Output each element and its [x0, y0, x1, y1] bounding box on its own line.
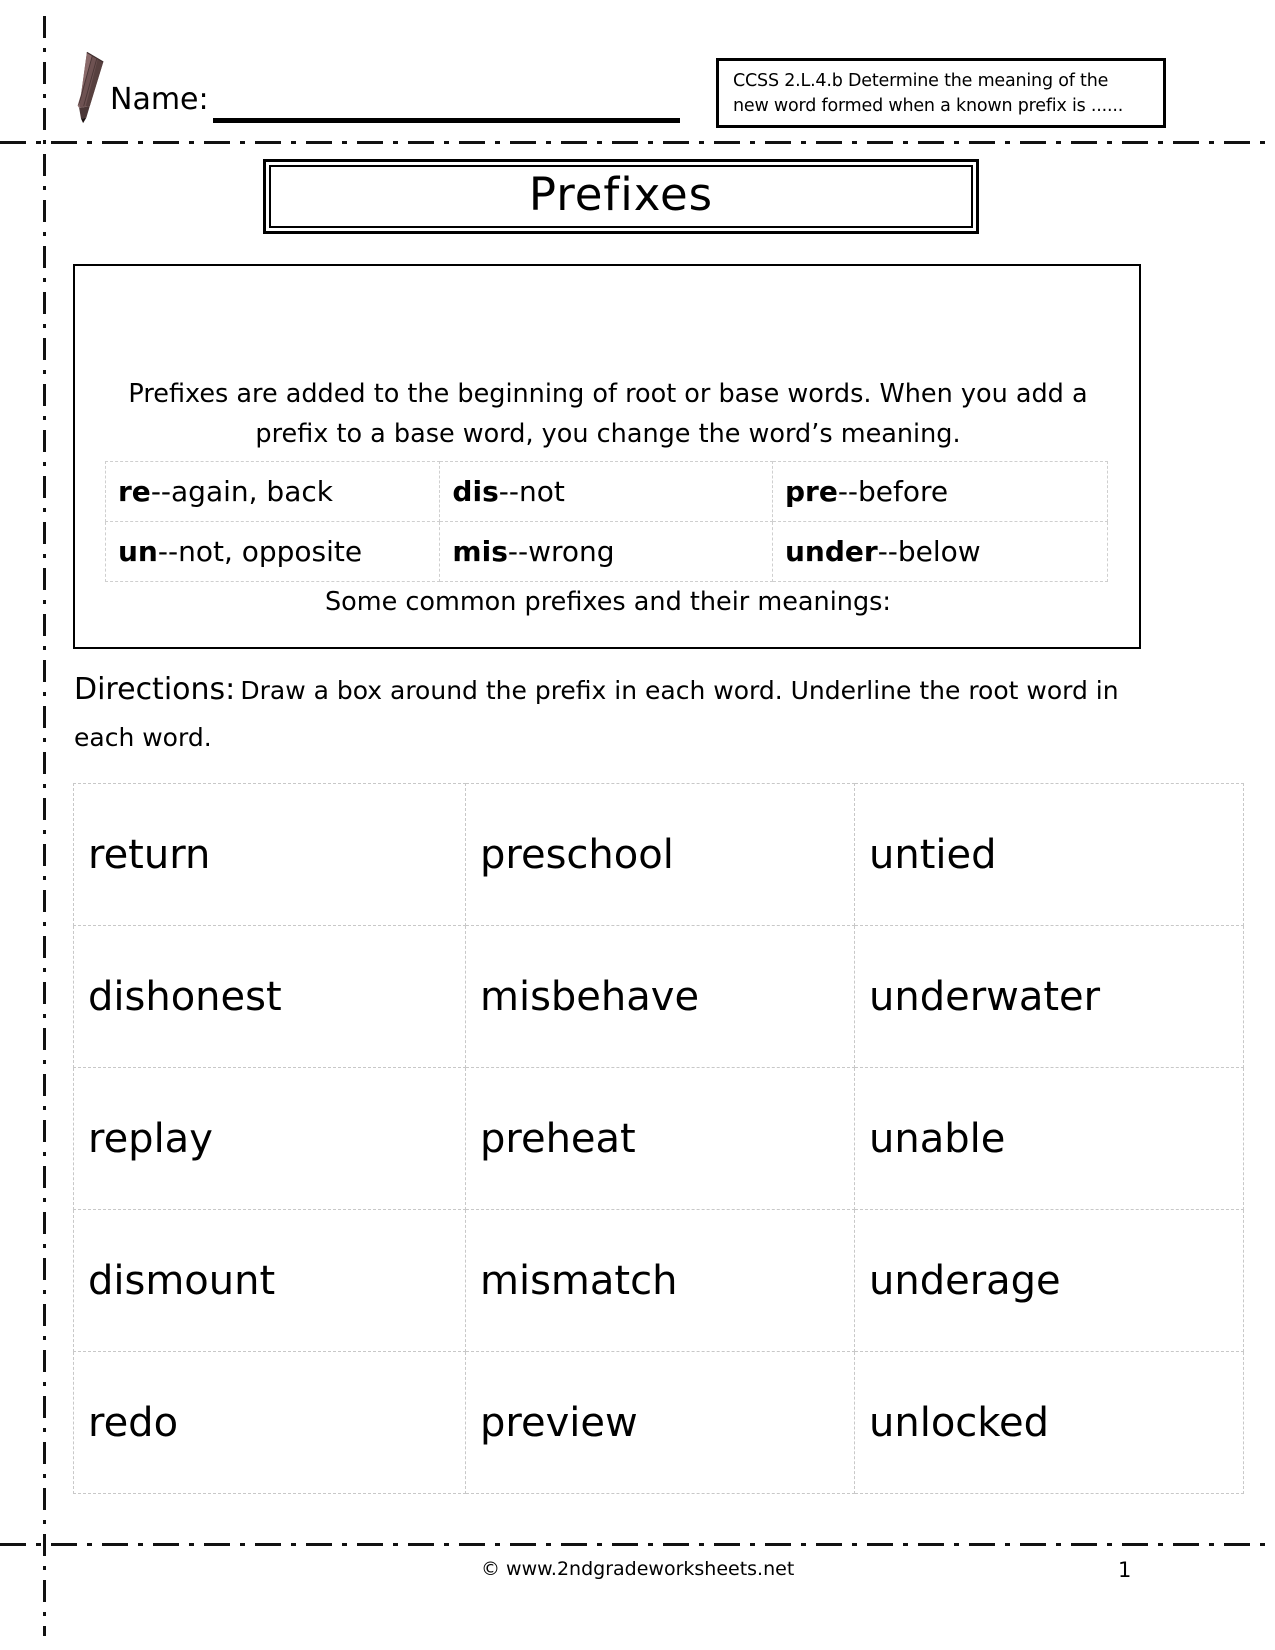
word-cell[interactable]: preheat [465, 1067, 855, 1210]
worksheet-page: Name: CCSS 2.L.4.b Determine the meaning… [0, 0, 1275, 1650]
word-cell[interactable]: preview [465, 1351, 855, 1494]
prefix-meaning: --again, back [150, 475, 333, 508]
word-cell[interactable]: return [73, 783, 466, 926]
prefix-token: under [784, 535, 878, 568]
table-row: return preschool untied [73, 783, 1244, 926]
prefix-cell: un--not, opposite [104, 521, 441, 582]
prefix-token: dis [452, 475, 499, 508]
name-input-line[interactable] [213, 118, 680, 123]
prefix-meaning: --not, opposite [157, 535, 363, 568]
directions-block: Directions: Draw a box around the prefix… [74, 668, 1134, 763]
directions-label: Directions: [74, 672, 236, 707]
word-cell[interactable]: unable [854, 1067, 1244, 1210]
prefix-intro-text: Prefixes are added to the beginning of r… [103, 374, 1113, 454]
prefix-cell: mis--wrong [439, 521, 773, 582]
left-cut-guide-line [43, 16, 46, 1636]
word-cell[interactable]: dishonest [73, 925, 466, 1068]
prefix-meaning: --below [877, 535, 981, 568]
bottom-cut-guide-line [0, 1543, 1275, 1546]
table-row: re--again, back dis--not pre--before [104, 461, 1109, 522]
ccss-line-1: CCSS 2.L.4.b Determine the meaning of th… [733, 71, 1109, 91]
prefix-cell: re--again, back [104, 461, 441, 522]
word-cell[interactable]: mismatch [465, 1209, 855, 1352]
footer-credit: © www.2ndgradeworksheets.net [481, 1558, 795, 1580]
word-cell[interactable]: unlocked [854, 1351, 1244, 1494]
prefix-intro-line-1: Prefixes are added to the beginning of r… [128, 379, 1088, 409]
table-row: replay preheat unable [73, 1067, 1244, 1210]
prefix-token: pre [784, 475, 838, 508]
worksheet-header: Name: CCSS 2.L.4.b Determine the meaning… [0, 0, 1275, 141]
page-title: Prefixes [528, 168, 714, 221]
prefix-meaning: --before [837, 475, 949, 508]
top-cut-guide-line [0, 141, 1275, 144]
prefix-meaning: --wrong [507, 535, 615, 568]
prefix-cell: under--below [771, 521, 1109, 582]
prefix-cell: dis--not [439, 461, 773, 522]
table-row: redo preview unlocked [73, 1351, 1244, 1494]
word-cell[interactable]: misbehave [465, 925, 855, 1068]
table-row: un--not, opposite mis--wrong under--belo… [104, 521, 1109, 582]
word-cell[interactable]: dismount [73, 1209, 466, 1352]
prefix-meaning-table: re--again, back dis--not pre--before un-… [104, 461, 1109, 582]
prefix-cell: pre--before [771, 461, 1109, 522]
page-number: 1 [1118, 1558, 1132, 1582]
word-cell[interactable]: preschool [465, 783, 855, 926]
table-row: dismount mismatch underage [73, 1209, 1244, 1352]
table-row: dishonest misbehave underwater [73, 925, 1244, 1068]
worksheet-title-box: Prefixes [263, 159, 979, 234]
prefix-info-box: Prefixes are added to the beginning of r… [73, 264, 1141, 649]
word-cell[interactable]: untied [854, 783, 1244, 926]
word-cell[interactable]: replay [73, 1067, 466, 1210]
worksheet-title-inner-border: Prefixes [269, 165, 973, 228]
prefix-intro-line-2: prefix to a base word, you change the wo… [255, 419, 961, 449]
prefix-token: re [118, 475, 151, 508]
ccss-line-2: new word formed when a known prefix is .… [733, 96, 1124, 116]
word-cell[interactable]: underwater [854, 925, 1244, 1068]
word-exercise-grid: return preschool untied dishonest misbeh… [73, 783, 1244, 1494]
prefix-table-caption: Some common prefixes and their meanings: [324, 587, 892, 617]
name-label: Name: [110, 82, 209, 117]
word-cell[interactable]: underage [854, 1209, 1244, 1352]
word-cell[interactable]: redo [73, 1351, 466, 1494]
prefix-token: mis [452, 535, 508, 568]
prefix-token: un [118, 535, 158, 568]
prefix-meaning: --not [498, 475, 565, 508]
ccss-standard-box: CCSS 2.L.4.b Determine the meaning of th… [716, 58, 1166, 128]
